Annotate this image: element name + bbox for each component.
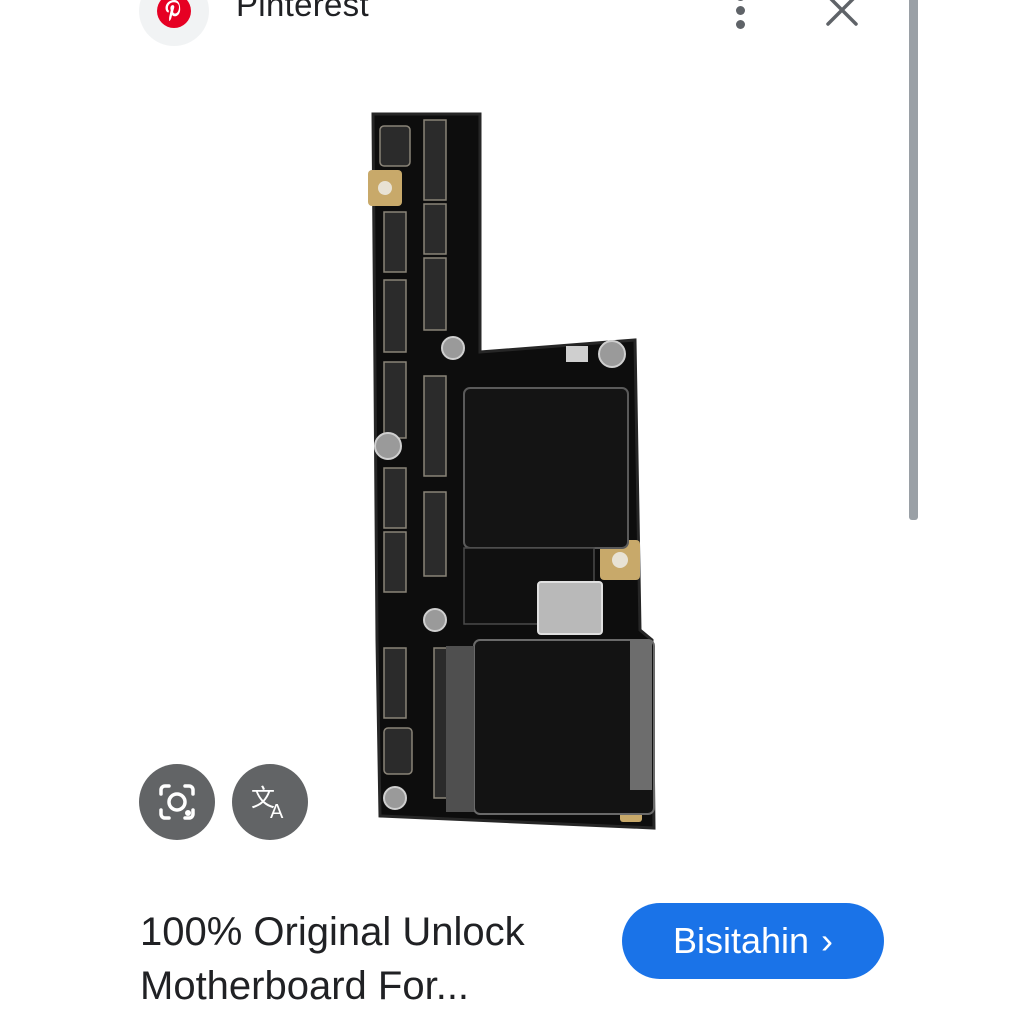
more-vertical-icon bbox=[736, 0, 745, 1]
product-title-line1: 100% Original Unlock bbox=[140, 910, 525, 954]
svg-text:A: A bbox=[270, 801, 284, 823]
chevron-right-icon: › bbox=[821, 920, 834, 961]
source-name[interactable]: Pinterest bbox=[236, 0, 369, 24]
scrollbar[interactable] bbox=[909, 0, 918, 520]
google-lens-button[interactable] bbox=[139, 764, 215, 840]
translate-button[interactable]: 文 A bbox=[232, 764, 308, 840]
product-title[interactable]: 100% Original Unlock Motherboard For... bbox=[140, 905, 600, 1013]
more-vertical-icon-dot bbox=[736, 6, 745, 15]
more-options-button[interactable] bbox=[726, 0, 756, 34]
product-title-line2: Motherboard For... bbox=[140, 964, 470, 1008]
source-avatar[interactable] bbox=[139, 0, 209, 46]
pinterest-logo-icon bbox=[157, 0, 191, 28]
source-bar: Pinterest bbox=[0, 0, 1024, 50]
translate-icon: 文 A bbox=[251, 784, 284, 823]
google-lens-icon bbox=[159, 784, 195, 820]
product-image[interactable] bbox=[340, 100, 670, 840]
visit-button-label: Bisitahin bbox=[672, 920, 810, 961]
visit-button[interactable]: Bisitahin › bbox=[622, 903, 884, 979]
close-icon bbox=[826, 0, 858, 26]
close-button[interactable] bbox=[820, 0, 864, 32]
more-vertical-icon-dot bbox=[736, 20, 745, 29]
